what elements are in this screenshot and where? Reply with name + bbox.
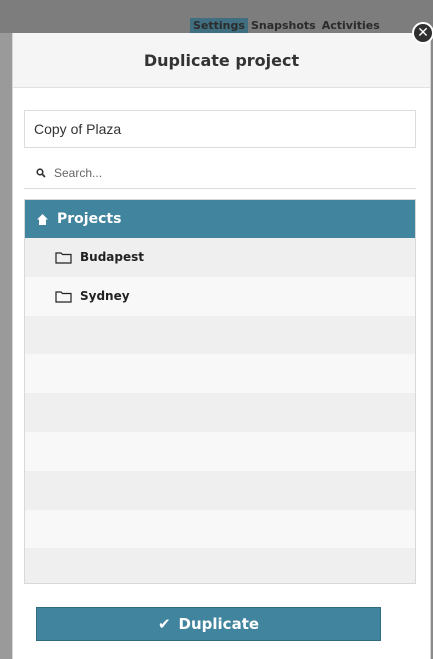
tree-empty-row xyxy=(25,431,415,471)
background-left-strip xyxy=(0,33,12,659)
tab-snapshots[interactable]: Snapshots xyxy=(248,18,319,34)
duplicate-button[interactable]: ✔ Duplicate xyxy=(36,607,381,641)
duplicate-button-label: Duplicate xyxy=(178,615,260,633)
tab-activities[interactable]: Activities xyxy=(319,18,383,34)
tree-empty-row xyxy=(25,470,415,510)
tree-item-label: Budapest xyxy=(80,250,144,265)
background-tabs: Settings Snapshots Activities xyxy=(190,18,383,34)
dialog-title: Duplicate project xyxy=(143,50,300,70)
tree-empty-row xyxy=(25,548,415,583)
tree-empty-row xyxy=(25,393,415,432)
folder-icon xyxy=(55,289,73,303)
tree-empty-row xyxy=(25,509,415,549)
search-bar xyxy=(24,157,416,189)
tree-empty-row xyxy=(25,315,415,355)
tab-settings[interactable]: Settings xyxy=(190,18,248,34)
duplicate-project-dialog: Duplicate project Projects xyxy=(12,33,431,659)
search-icon xyxy=(34,166,48,180)
tree-empty-row xyxy=(25,354,415,394)
project-tree: Projects Budapest Sydney xyxy=(24,199,416,584)
dialog-footer: ✔ Duplicate xyxy=(13,598,430,648)
tree-root-label: Projects xyxy=(57,211,122,227)
search-input[interactable] xyxy=(54,165,354,180)
folder-icon xyxy=(55,250,73,264)
dialog-header: Duplicate project xyxy=(13,33,430,88)
close-icon[interactable]: ✕ xyxy=(412,22,433,44)
checkmark-icon: ✔ xyxy=(157,615,171,633)
tree-root-projects[interactable]: Projects xyxy=(25,200,415,238)
tree-item-label: Sydney xyxy=(80,289,130,304)
project-name-input[interactable] xyxy=(24,110,416,148)
tree-item-sydney[interactable]: Sydney xyxy=(25,276,415,316)
tree-item-budapest[interactable]: Budapest xyxy=(25,238,415,277)
home-icon xyxy=(35,212,49,226)
